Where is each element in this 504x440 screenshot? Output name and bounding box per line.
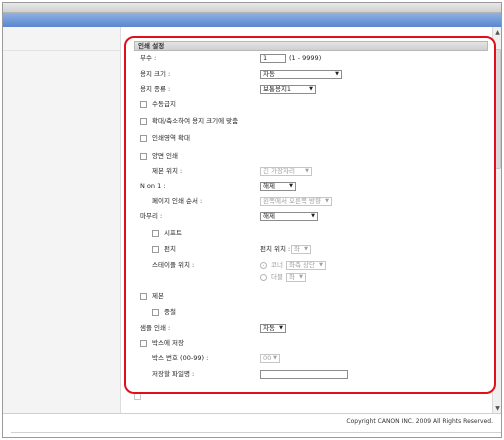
staple-double-select[interactable]: 좌 ▼ (286, 273, 306, 282)
punch-label: 펀치 (164, 245, 176, 253)
chevron-down-icon: ▼ (304, 246, 308, 252)
manual-feed-label: 수동급지 (152, 100, 176, 108)
window-toolbar (3, 3, 501, 13)
binding-position-label: 제본 위치 : (152, 167, 183, 175)
file-name-label: 저장할 파일명 : (152, 370, 195, 378)
chevron-down-icon: ▼ (299, 274, 303, 280)
chevron-down-icon: ▼ (309, 86, 313, 92)
staple-double-radio[interactable] (260, 274, 267, 281)
staple-position-label: 스테이플 위치 : (152, 261, 195, 269)
chevron-down-icon: ▼ (273, 355, 277, 361)
booklet-checkbox[interactable] (140, 293, 147, 300)
fit-to-paper-checkbox[interactable] (140, 118, 147, 125)
fit-to-paper-label: 확대/축소하여 용지 크기에 맞춤 (152, 117, 239, 125)
header-bar (3, 13, 501, 27)
chevron-down-icon: ▼ (289, 183, 293, 189)
chevron-down-icon: ▼ (325, 198, 329, 204)
manual-feed-checkbox[interactable] (140, 101, 147, 108)
sample-print-label: 샘플 인쇄 : (140, 324, 171, 332)
duplex-label: 양면 인쇄 (152, 152, 178, 160)
n-on-1-select[interactable]: 해제 ▼ (260, 182, 296, 191)
chevron-down-icon: ▼ (279, 325, 283, 331)
n-on-1-label: N on 1 : (140, 182, 166, 190)
copyright-text: Copyright CANON INC. 2009 All Rights Res… (346, 418, 493, 425)
enlarge-print-area-checkbox[interactable] (140, 135, 147, 142)
chevron-down-icon: ▼ (319, 262, 323, 268)
chevron-down-icon: ▼ (311, 213, 315, 219)
box-number-label: 박스 번호 (00-99) : (152, 354, 209, 362)
booklet-label: 제본 (152, 292, 164, 300)
punch-position-value: 좌 (294, 245, 300, 253)
finishing-select[interactable]: 해제 ▼ (260, 212, 318, 221)
left-pane-divider (3, 43, 121, 51)
staple-corner-select[interactable]: 좌측 상단 ▼ (286, 261, 326, 270)
punch-checkbox[interactable] (152, 246, 159, 253)
punch-position-select[interactable]: 좌 ▼ (291, 245, 311, 254)
staple-corner-value: 좌측 상단 (289, 261, 315, 269)
page-order-select[interactable]: 왼쪽에서 오른쪽 방향 ▼ (260, 197, 332, 206)
center-fold-checkbox[interactable] (152, 309, 159, 316)
chevron-down-icon: ▼ (335, 71, 339, 77)
scroll-down-icon[interactable]: ▼ (494, 405, 501, 413)
finishing-value: 해제 (263, 212, 275, 220)
duplex-checkbox[interactable] (140, 153, 147, 160)
binding-position-value: 긴 가장자리 (263, 167, 295, 175)
paper-size-value: 자동 (263, 70, 275, 78)
copies-input[interactable]: 1 (260, 54, 286, 63)
punch-position-label: 펀치 위치 : (260, 245, 291, 253)
footer-divider (11, 432, 501, 433)
shift-checkbox[interactable] (152, 230, 159, 237)
sample-print-value: 자동 (263, 324, 275, 332)
shift-label: 시프트 (164, 229, 182, 237)
center-fold-label: 중철 (164, 308, 176, 316)
paper-type-select[interactable]: 보통용지1 ▼ (260, 85, 316, 94)
paper-size-label: 용지 크기 : (140, 70, 171, 78)
extra-checkbox[interactable] (134, 393, 141, 400)
footer: Copyright CANON INC. 2009 All Rights Res… (3, 413, 501, 437)
enlarge-print-area-label: 인쇄영역 확대 (152, 134, 190, 142)
staple-double-value: 좌 (289, 273, 295, 281)
finishing-label: 마무리 : (140, 212, 163, 220)
page-order-label: 페이지 인쇄 순서 : (152, 197, 203, 205)
staple-corner-label: 코너 (271, 261, 283, 269)
print-settings-panel: 인쇄 설정 부수 : 1 (1 - 9999) 용지 크기 : 자동 ▼ 용지 … (124, 36, 496, 394)
binding-position-select[interactable]: 긴 가장자리 ▼ (260, 167, 312, 176)
page-order-value: 왼쪽에서 오른쪽 방향 (263, 197, 321, 205)
left-navigation-pane (3, 27, 121, 415)
box-number-select[interactable]: 00 ▼ (260, 354, 280, 363)
paper-type-label: 용지 종류 : (140, 85, 171, 93)
chevron-down-icon: ▼ (305, 168, 309, 174)
paper-type-value: 보통용지1 (263, 85, 292, 93)
scroll-up-icon[interactable]: ▲ (494, 29, 501, 37)
box-number-value: 00 (263, 354, 272, 362)
n-on-1-value: 해제 (263, 182, 275, 190)
section-title: 인쇄 설정 (134, 41, 488, 51)
file-name-input[interactable] (260, 370, 348, 379)
paper-size-select[interactable]: 자동 ▼ (260, 70, 342, 79)
copies-range: (1 - 9999) (289, 54, 322, 62)
save-to-box-label: 박스에 저장 (152, 339, 184, 347)
staple-corner-radio[interactable] (260, 262, 267, 269)
save-to-box-checkbox[interactable] (140, 340, 147, 347)
staple-double-label: 더블 (271, 273, 283, 281)
copies-label: 부수 : (140, 54, 157, 62)
sample-print-select[interactable]: 자동 ▼ (260, 324, 286, 333)
